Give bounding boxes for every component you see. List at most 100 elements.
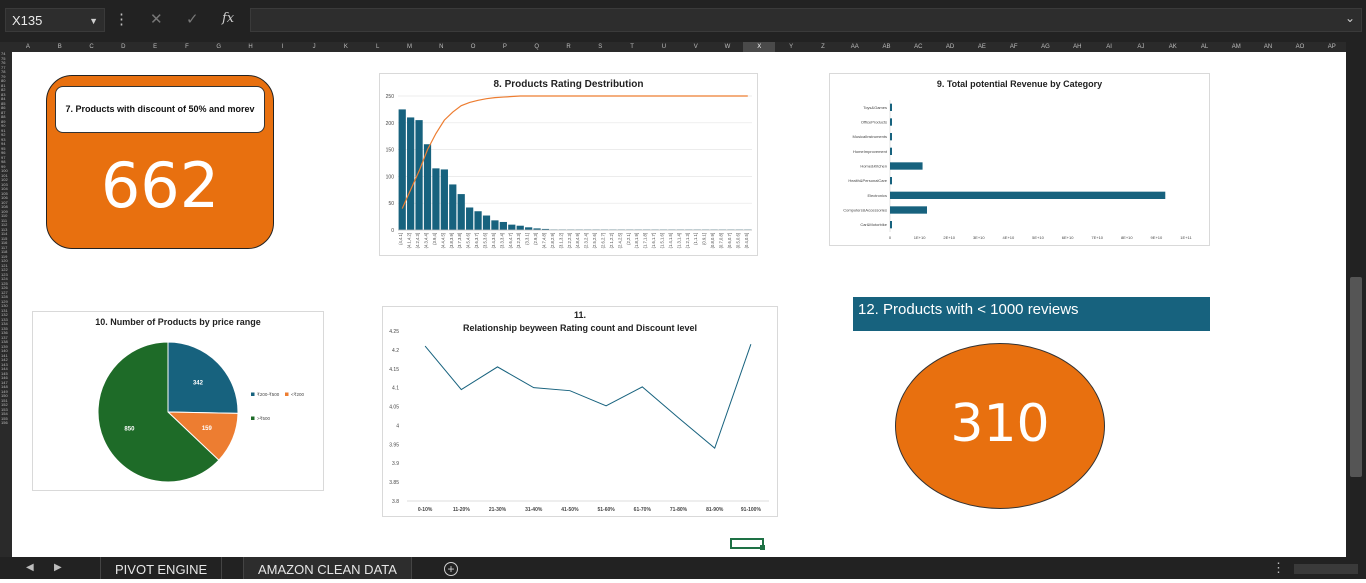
sheet-area[interactable]: 7. Products with discount of 50% and mor… xyxy=(12,52,1346,557)
x-tick-label: (3,3.1] xyxy=(525,233,530,245)
column-header-o[interactable]: O xyxy=(457,42,489,52)
rating-vs-discount-chart[interactable]: 11. Relationship beyween Rating count an… xyxy=(382,306,778,517)
next-sheet-icon[interactable]: ▶ xyxy=(54,562,62,573)
column-header-n[interactable]: N xyxy=(425,42,457,52)
pie-slice xyxy=(167,341,239,414)
column-header-l[interactable]: L xyxy=(362,42,394,52)
column-header-ao[interactable]: AO xyxy=(1284,42,1316,52)
enter-icon[interactable]: ✓ xyxy=(186,10,199,28)
products-by-price-chart[interactable]: 10. Number of Products by price range 34… xyxy=(32,311,324,491)
x-tick-label: (2.4,2.5] xyxy=(617,233,622,248)
column-header-v[interactable]: V xyxy=(680,42,712,52)
column-header-am[interactable]: AM xyxy=(1220,42,1252,52)
x-tick-label: (1.2,1.3] xyxy=(685,233,690,248)
column-header-m[interactable]: M xyxy=(394,42,426,52)
column-header-ab[interactable]: AB xyxy=(871,42,903,52)
column-header-ah[interactable]: AH xyxy=(1061,42,1093,52)
row-header: 74 75 76 77 78 79 80 81 82 83 84 85 86 87 88 89 90 91 92 93… xyxy=(0,52,12,557)
category-label: OfficeProducts xyxy=(861,120,887,125)
discount-kpi-card[interactable]: 7. Products with discount of 50% and mor… xyxy=(46,75,274,249)
name-box[interactable]: X135 ▼ xyxy=(5,8,105,32)
column-header-f[interactable]: F xyxy=(171,42,203,52)
bar xyxy=(449,184,457,230)
bar xyxy=(890,177,892,185)
x-tick-label: (1.6,1.7] xyxy=(651,233,656,248)
more-options-icon[interactable]: ⋮ xyxy=(114,10,129,28)
x-tick-label: (0.8,0.9] xyxy=(710,233,715,248)
y-tick-label: 250 xyxy=(386,94,395,100)
row-number[interactable]: 156 xyxy=(0,420,12,426)
x-tick-label: (3.6,3.7] xyxy=(474,233,479,248)
selected-cell[interactable] xyxy=(730,538,765,550)
x-tick-label: (1.7,1.8] xyxy=(643,233,648,248)
column-header-k[interactable]: K xyxy=(330,42,362,52)
vertical-scrollbar[interactable] xyxy=(1346,42,1366,557)
x-tick-label: (4.2,4.3] xyxy=(415,233,420,248)
column-header-g[interactable]: G xyxy=(203,42,235,52)
column-header-an[interactable]: AN xyxy=(1252,42,1284,52)
reviews-kpi-value: 310 xyxy=(950,394,1050,454)
x-tick-label: (2,2.1] xyxy=(626,233,631,245)
data-label: 342 xyxy=(193,381,204,387)
chevron-down-icon[interactable]: ⌄ xyxy=(1345,11,1355,25)
column-header-d[interactable]: D xyxy=(107,42,139,52)
column-header-af[interactable]: AF xyxy=(998,42,1030,52)
column-header-b[interactable]: B xyxy=(44,42,76,52)
column-header-z[interactable]: Z xyxy=(807,42,839,52)
column-header-p[interactable]: P xyxy=(489,42,521,52)
x-tick-label: (4.1,4.2] xyxy=(407,233,412,248)
insert-function-icon[interactable]: fx xyxy=(222,11,234,26)
rating-distribution-chart[interactable]: 8. Products Rating Destribution 0 50 100 15… xyxy=(379,73,758,256)
add-sheet-icon[interactable]: + xyxy=(444,562,458,576)
chevron-down-icon[interactable]: ▼ xyxy=(89,9,98,33)
column-header-ak[interactable]: AK xyxy=(1157,42,1189,52)
column-header-c[interactable]: C xyxy=(76,42,108,52)
category-label: Electronics xyxy=(867,193,887,198)
column-header-ap[interactable]: AP xyxy=(1316,42,1348,52)
reviews-kpi-title[interactable]: 12. Products with < 1000 reviews xyxy=(853,297,1210,331)
column-header-r[interactable]: R xyxy=(553,42,585,52)
column-header-ag[interactable]: AG xyxy=(1030,42,1062,52)
column-header-i[interactable]: I xyxy=(266,42,298,52)
column-header-u[interactable]: U xyxy=(648,42,680,52)
cancel-icon[interactable]: ✕ xyxy=(150,10,163,28)
fill-handle[interactable] xyxy=(760,545,765,550)
more-options-icon[interactable]: ⋮ xyxy=(1272,560,1285,576)
revenue-by-category-chart[interactable]: 9. Total potential Revenue by Category T… xyxy=(829,73,1210,246)
legend-label: ₹200-₹500 xyxy=(257,392,280,397)
horizontal-scrollbar[interactable] xyxy=(1294,564,1358,574)
column-header-ac[interactable]: AC xyxy=(902,42,934,52)
scrollbar-thumb[interactable] xyxy=(1350,277,1362,477)
tab-pivot-engine[interactable]: PIVOT ENGINE xyxy=(100,557,223,579)
y-tick-label: 4.1 xyxy=(392,386,399,392)
column-header-w[interactable]: W xyxy=(712,42,744,52)
column-header-j[interactable]: J xyxy=(298,42,330,52)
column-header-s[interactable]: S xyxy=(584,42,616,52)
column-header-al[interactable]: AL xyxy=(1189,42,1221,52)
column-header-a[interactable]: A xyxy=(12,42,44,52)
column-header-aj[interactable]: AJ xyxy=(1125,42,1157,52)
prev-sheet-icon[interactable]: ◀ xyxy=(26,562,34,573)
column-header-aa[interactable]: AA xyxy=(839,42,871,52)
column-header-ai[interactable]: AI xyxy=(1093,42,1125,52)
formula-input[interactable]: ⌄ xyxy=(250,8,1362,32)
tab-amazon-clean-data[interactable]: AMAZON CLEAN DATA xyxy=(243,557,412,579)
x-tick-label: (4.3,4.4] xyxy=(424,233,429,248)
column-header-t[interactable]: T xyxy=(616,42,648,52)
y-tick-label: 3.85 xyxy=(389,480,399,486)
bar xyxy=(407,117,415,230)
legend-label: <₹200 xyxy=(291,392,304,397)
bar xyxy=(890,147,892,155)
x-tick-label: 5E+10 xyxy=(1032,235,1044,240)
legend-swatch xyxy=(285,392,289,396)
x-tick-label: (1,1.1] xyxy=(693,233,698,245)
column-header-ae[interactable]: AE xyxy=(966,42,998,52)
column-header-e[interactable]: E xyxy=(139,42,171,52)
column-header-y[interactable]: Y xyxy=(775,42,807,52)
reviews-kpi-card[interactable]: 310 xyxy=(895,343,1105,509)
column-header-q[interactable]: Q xyxy=(521,42,553,52)
bar xyxy=(508,224,516,230)
column-header-ad[interactable]: AD xyxy=(934,42,966,52)
column-header-h[interactable]: H xyxy=(235,42,267,52)
x-tick-label: (2.1,2.2] xyxy=(609,233,614,248)
